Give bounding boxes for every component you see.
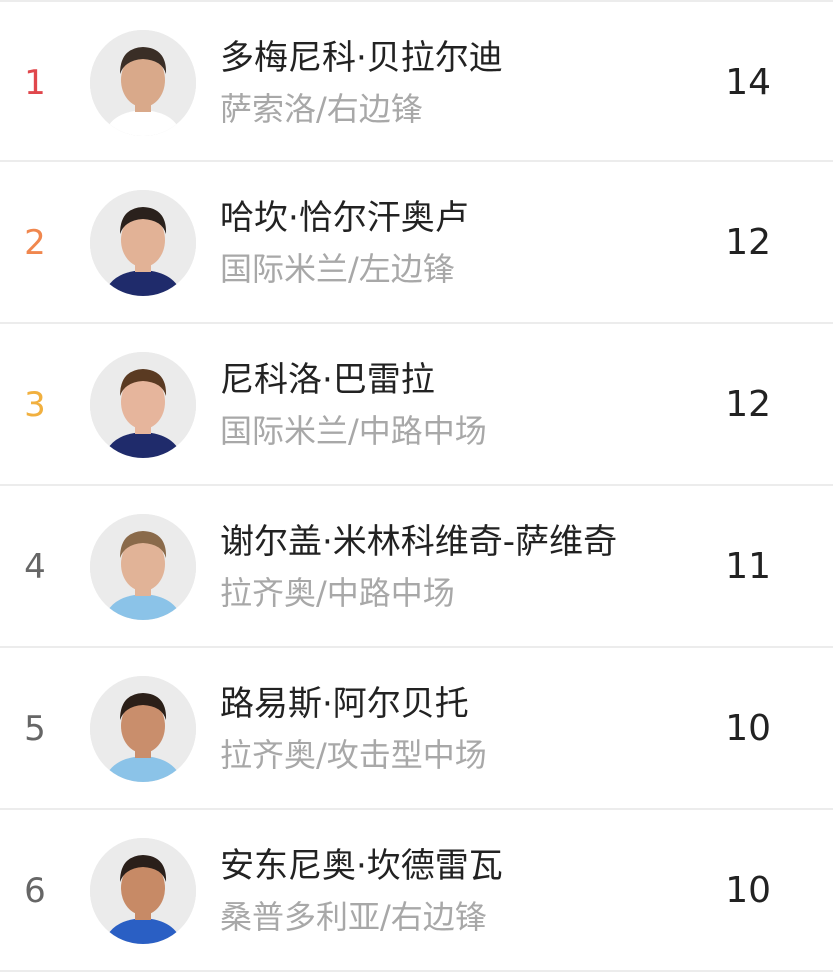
player-name: 哈坎·恰尔汗奥卢	[220, 198, 469, 238]
player-team-position: 国际米兰/中路中场	[220, 412, 487, 450]
rank-number: 2	[24, 223, 46, 263]
player-score: 12	[725, 384, 771, 425]
ranking-list: 1 多梅尼科·贝拉尔迪 萨索洛/右边锋 14 2 哈坎·恰尔汗奥卢 国际米兰/左…	[0, 0, 833, 972]
player-score: 14	[725, 62, 771, 103]
player-team-position: 桑普多利亚/右边锋	[220, 898, 487, 936]
rank-number: 4	[24, 547, 46, 587]
player-avatar	[90, 352, 196, 458]
player-avatar	[90, 838, 196, 944]
player-name: 多梅尼科·贝拉尔迪	[220, 38, 503, 78]
player-name: 路易斯·阿尔贝托	[220, 684, 469, 724]
player-team-position: 萨索洛/右边锋	[220, 90, 423, 128]
player-name: 尼科洛·巴雷拉	[220, 360, 435, 400]
player-team-position: 国际米兰/左边锋	[220, 250, 455, 288]
player-team-position: 拉齐奥/中路中场	[220, 574, 455, 612]
player-score: 11	[725, 546, 771, 587]
player-row-6[interactable]: 6 安东尼奥·坎德雷瓦 桑普多利亚/右边锋 10	[0, 810, 833, 972]
player-row-4[interactable]: 4 谢尔盖·米林科维奇-萨维奇 拉齐奥/中路中场 11	[0, 486, 833, 648]
player-avatar	[90, 30, 196, 136]
rank-number: 5	[24, 709, 46, 749]
player-row-3[interactable]: 3 尼科洛·巴雷拉 国际米兰/中路中场 12	[0, 324, 833, 486]
player-avatar	[90, 190, 196, 296]
player-name: 安东尼奥·坎德雷瓦	[220, 846, 503, 886]
rank-number: 6	[24, 871, 46, 911]
player-score: 10	[725, 708, 771, 749]
player-row-1[interactable]: 1 多梅尼科·贝拉尔迪 萨索洛/右边锋 14	[0, 0, 833, 162]
player-row-2[interactable]: 2 哈坎·恰尔汗奥卢 国际米兰/左边锋 12	[0, 162, 833, 324]
player-score: 10	[725, 870, 771, 911]
player-name: 谢尔盖·米林科维奇-萨维奇	[220, 522, 618, 562]
player-avatar	[90, 676, 196, 782]
player-team-position: 拉齐奥/攻击型中场	[220, 736, 487, 774]
rank-number: 1	[24, 63, 46, 103]
rank-number: 3	[24, 385, 46, 425]
player-score: 12	[725, 222, 771, 263]
player-row-5[interactable]: 5 路易斯·阿尔贝托 拉齐奥/攻击型中场 10	[0, 648, 833, 810]
player-avatar	[90, 514, 196, 620]
